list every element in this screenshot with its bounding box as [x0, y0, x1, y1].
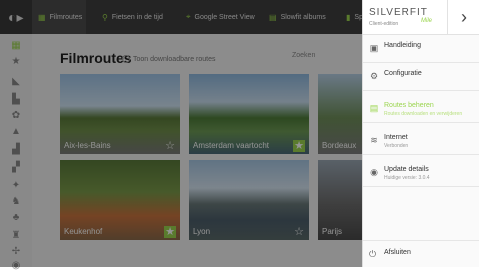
brand-subtitle: Client-edition	[369, 21, 399, 27]
app-window: ◐▸ ▦ Filmroutes ⚲ Fietsen in de tijd ⌖ G…	[0, 0, 479, 271]
menu-item-routes-beheren[interactable]: ▤ Routes beheren Routes downloaden en ve…	[363, 95, 479, 123]
menu-item-title: Configuratie	[384, 70, 422, 77]
settings-drawer: SILVERFIT Client-edition Mile › ▣ Handle…	[362, 0, 479, 267]
update-icon: ◉	[370, 167, 378, 177]
menu-item-subtitle: Huidige versie: 3.0.4	[384, 175, 430, 181]
chevron-right-icon: ›	[461, 6, 467, 27]
menu-item-title: Update details	[384, 166, 429, 173]
menu-item-subtitle: Routes downloaden en verwijderen	[384, 111, 463, 117]
menu-item-handleiding[interactable]: ▣ Handleiding	[363, 35, 479, 63]
menu-item-internet[interactable]: ≋ Internet Verbonden	[363, 127, 479, 155]
close-drawer-button[interactable]: ›	[447, 0, 479, 34]
drawer-header: SILVERFIT Client-edition Mile ›	[363, 0, 479, 35]
brand-edition: Mile	[421, 18, 433, 24]
menu-item-title: Internet	[384, 134, 408, 141]
gear-icon: ⚙	[369, 71, 379, 81]
manual-icon: ▣	[369, 43, 379, 53]
menu-item-update-details[interactable]: ◉ Update details Huidige versie: 3.0.4	[363, 159, 479, 187]
menu-item-title: Routes beheren	[384, 102, 434, 109]
routes-icon: ▤	[369, 103, 379, 113]
menu-item-title: Handleiding	[384, 42, 421, 49]
exit-label: Afsluiten	[384, 249, 411, 256]
menu-item-configuratie[interactable]: ⚙ Configuratie	[363, 63, 479, 91]
wifi-icon: ≋	[370, 135, 378, 145]
menu-item-subtitle: Verbonden	[384, 143, 409, 149]
brand-logo: SILVERFIT	[369, 7, 428, 18]
power-icon: ⏻	[369, 249, 377, 259]
exit-button[interactable]: ⏻ Afsluiten	[363, 240, 479, 267]
